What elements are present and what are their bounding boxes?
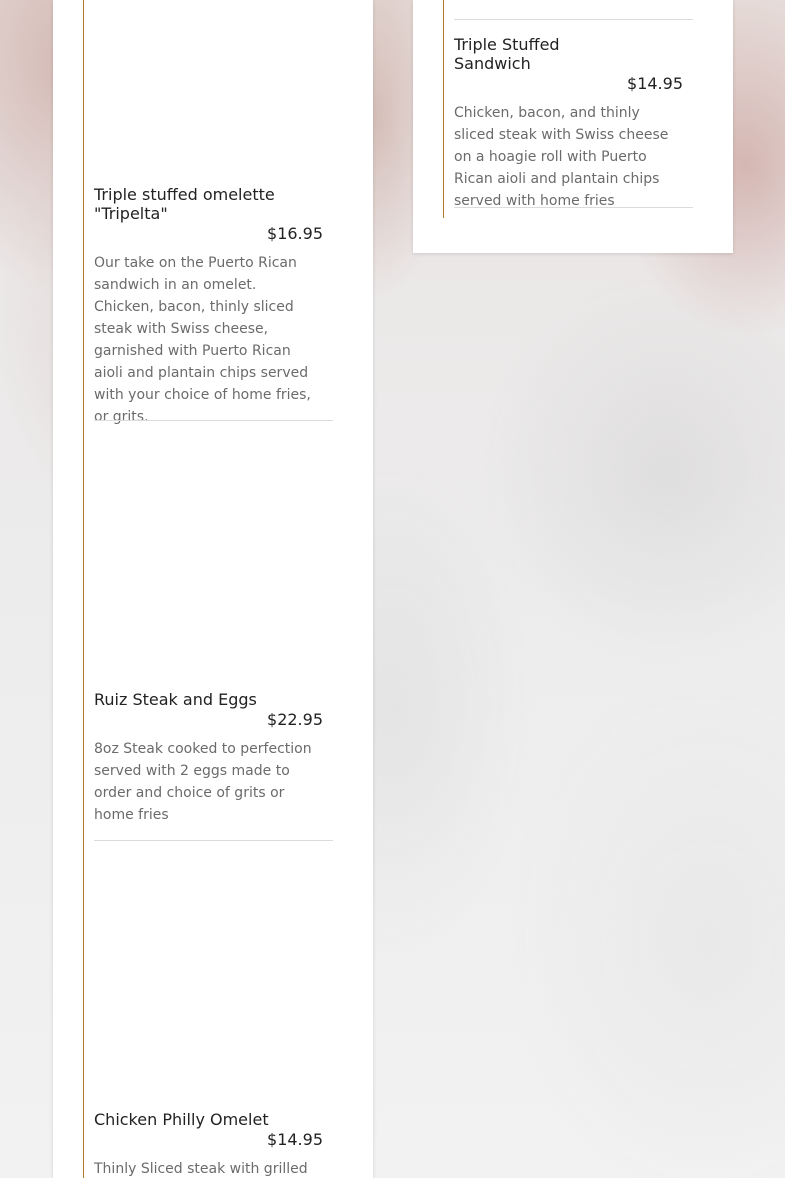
menu-item[interactable]: Chicken Philly Omelet $14.95 Thinly Slic…	[94, 841, 333, 1178]
item-divider	[454, 207, 693, 208]
item-title: Chicken Philly Omelet	[94, 1110, 269, 1129]
item-title: Ruiz Steak and Eggs	[94, 690, 257, 709]
item-title: Triple Stuffed Sandwich	[454, 35, 560, 73]
item-description: Chicken, bacon, and thinly sliced steak …	[454, 105, 669, 209]
menu-item[interactable]: Ruiz Steak and Eggs $22.95 8oz Steak coo…	[94, 421, 333, 826]
menu-item[interactable]: Triple stuffed omelette "Tripelta" $16.9…	[94, 0, 333, 428]
item-title: Triple stuffed omelette "Tripelta"	[94, 185, 275, 223]
item-image-placeholder	[94, 421, 333, 690]
accent-rail	[83, 0, 84, 1178]
item-description: Thinly Sliced steak with grilled	[94, 1161, 308, 1177]
item-price: $22.95	[267, 710, 323, 729]
item-description: Our take on the Puerto Rican sandwich in…	[94, 255, 311, 425]
menu-item[interactable]: Triple Stuffed Sandwich $14.95 Chicken, …	[454, 35, 693, 212]
item-description: 8oz Steak cooked to perfection served wi…	[94, 741, 312, 823]
item-price: $14.95	[267, 1130, 323, 1149]
item-price: $16.95	[267, 224, 323, 243]
menu-column-right: Triple Stuffed Sandwich $14.95 Chicken, …	[413, 0, 733, 253]
item-image-placeholder	[94, 0, 333, 185]
item-divider	[454, 19, 693, 20]
item-image-placeholder	[94, 841, 333, 1110]
item-price: $14.95	[627, 74, 683, 93]
accent-rail	[443, 0, 444, 218]
menu-column-left: Triple stuffed omelette "Tripelta" $16.9…	[53, 0, 373, 1178]
